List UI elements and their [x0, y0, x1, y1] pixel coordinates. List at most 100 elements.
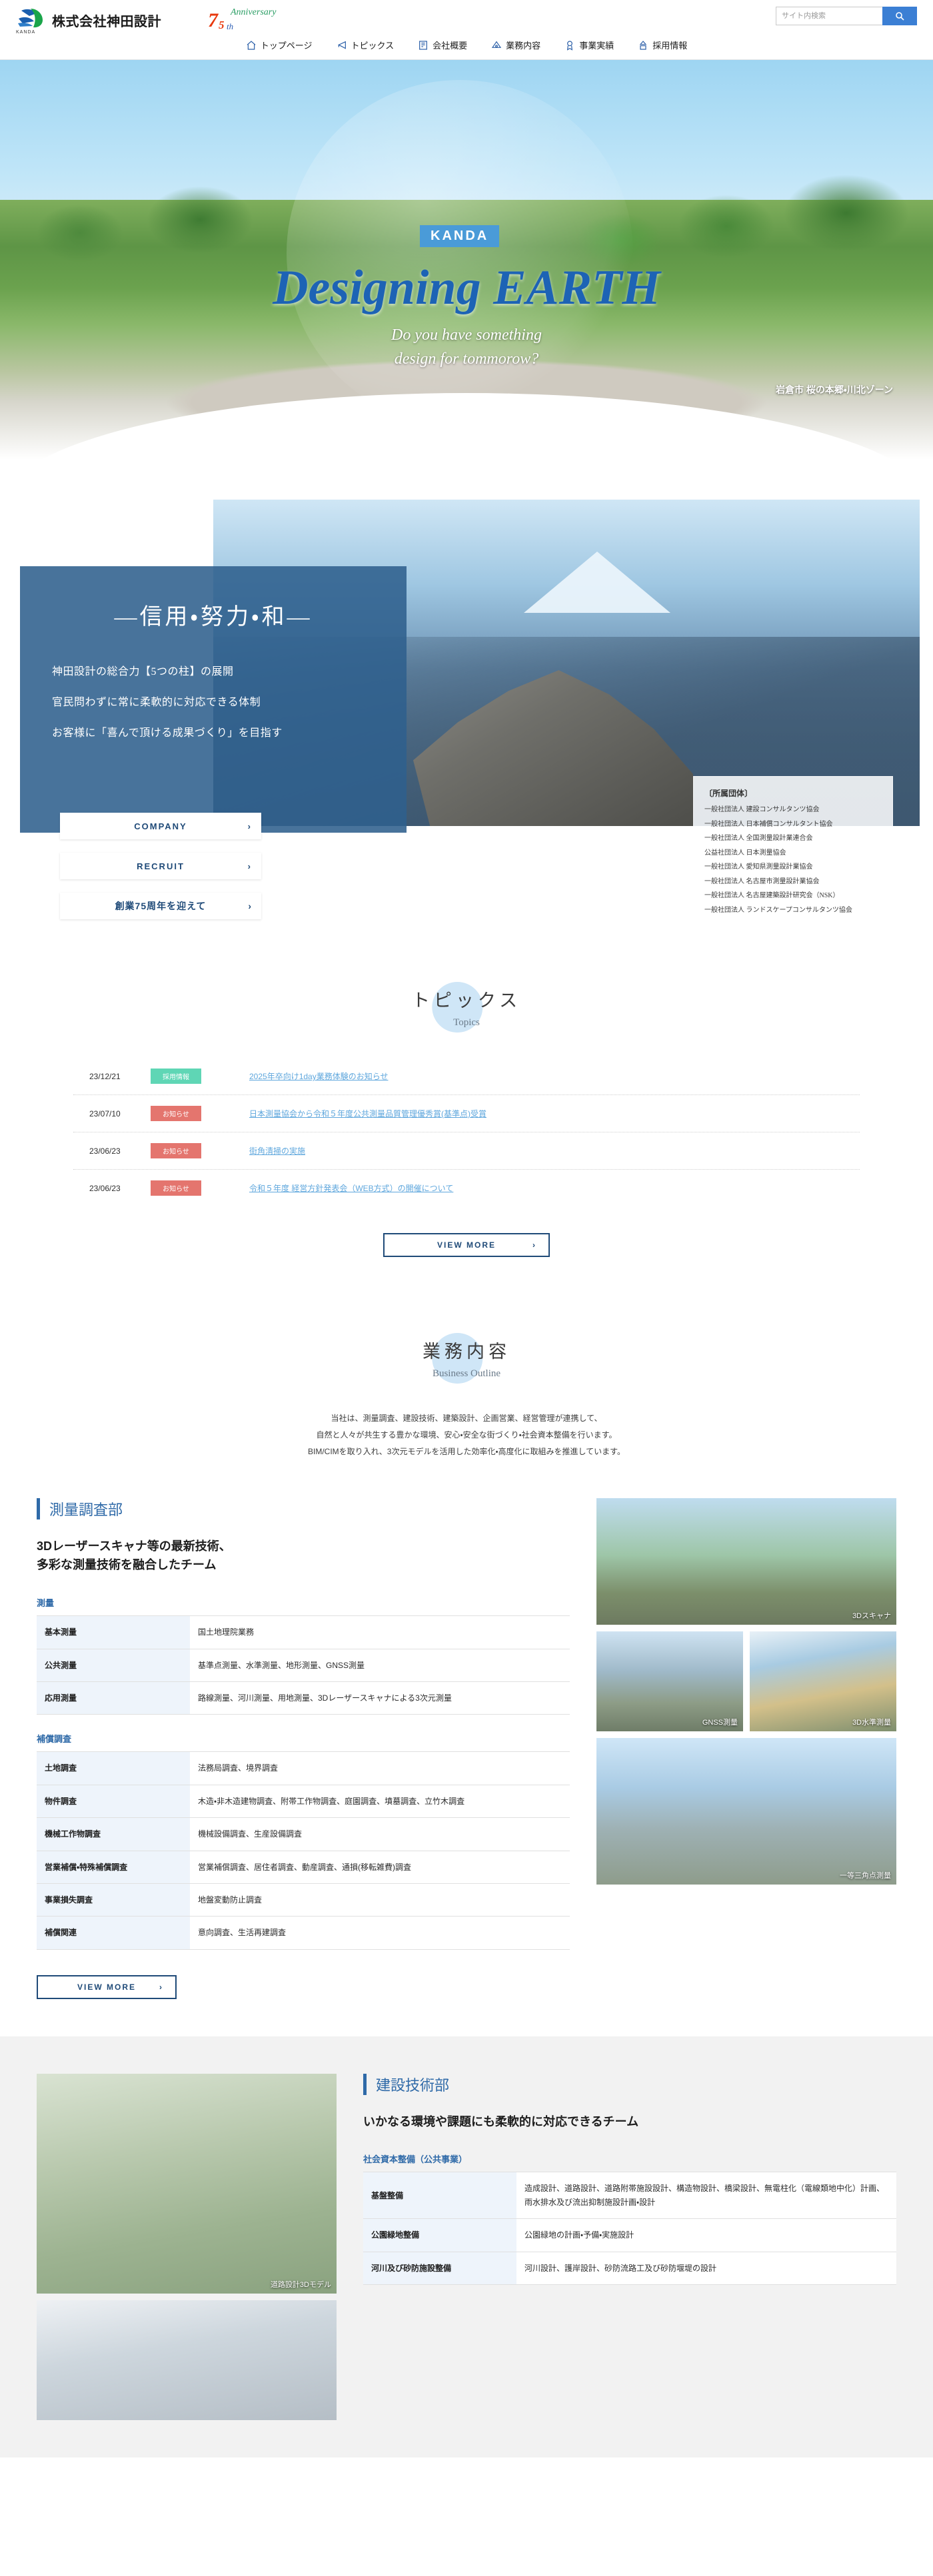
topic-link[interactable]: 2025年卒向け1day業務体験のお知らせ: [249, 1071, 388, 1082]
photo-road-3d: 道路設計3Dモデル: [37, 2073, 337, 2294]
site-search[interactable]: [776, 7, 917, 25]
search-button[interactable]: [882, 7, 917, 25]
topics-viewmore-wrap: VIEW MORE ›: [0, 1233, 933, 1257]
site-header: KANDA 株式会社神田設計 7 5 th Anniversary トップページ: [0, 0, 933, 60]
department-survey-text: 測量調査部 3Dレーザースキャナ等の最新技術、 多彩な測量技術を融合したチーム …: [37, 1498, 570, 1999]
hero-brand-badge: KANDA: [420, 225, 500, 247]
photo-rock: [413, 670, 693, 826]
department-construction: 建設技術部 いかなる環境や課題にも柔軟的に対応できるチーム 社会資本整備（公共事…: [0, 2036, 933, 2457]
company-button[interactable]: COMPANY ›: [60, 813, 261, 839]
row-value: 河川設計、護岸設計、砂防流路工及び砂防堰堤の設計: [516, 2251, 896, 2286]
search-input[interactable]: [776, 7, 882, 25]
topic-link[interactable]: 街角清掃の実施: [249, 1145, 305, 1156]
table-row: 事業損失調査 地盤変動防止調査: [37, 1883, 570, 1917]
business-heading: 業務内容 Business Outline: [0, 1310, 933, 1386]
affiliation-item: 一般社団法人 名古屋建築設計研究会（NSK）: [704, 892, 840, 899]
topics-section: トピックス Topics 23/12/21 採用情報 2025年卒向け1day業…: [0, 939, 933, 1277]
philosophy-line: 官民問わずに常に柔軟的に対応できる体制: [52, 697, 261, 708]
recruit-button-label: RECRUIT: [137, 861, 185, 871]
topics-title-jp: トピックス: [411, 991, 522, 1011]
row-key: 機械工作物調査: [37, 1817, 190, 1851]
nav-item-topics[interactable]: トピックス: [337, 39, 394, 51]
photo-level: 3D水準測量: [750, 1631, 896, 1731]
kanda-logo-icon: KANDA: [16, 7, 45, 35]
anniversary-th: th: [227, 21, 234, 31]
nav-item-achievements[interactable]: 事業実績: [564, 39, 614, 51]
megaphone-icon: [337, 41, 346, 49]
header-top-bar: KANDA 株式会社神田設計 7 5 th Anniversary: [0, 0, 933, 37]
nav-item-company[interactable]: 会社概要: [418, 39, 467, 51]
row-key: 事業損失調査: [37, 1883, 190, 1917]
topic-link[interactable]: 令和５年度 経営方針発表会（WEB方式）の開催について: [249, 1182, 453, 1194]
anniversary-word: Anniversary: [231, 7, 277, 17]
survey-view-more-button[interactable]: VIEW MORE ›: [37, 1974, 177, 1999]
department-survey: 測量調査部 3Dレーザースキャナ等の最新技術、 多彩な測量技術を融合したチーム …: [0, 1461, 933, 2036]
row-value: 法務局調査、境界調査: [190, 1751, 570, 1785]
company-button-label: COMPANY: [134, 821, 187, 831]
nav-label: 事業実績: [579, 41, 614, 51]
row-value: 路線測量、河川測量、用地測量、3Dレーザースキャナによる3次元測量: [190, 1681, 570, 1715]
department-survey-media: 3Dスキャナ GNSS測量 3D水準測量 一等三角点測量: [596, 1498, 896, 1999]
affiliation-item: 一般社団法人 日本補償コンサルタント協会: [704, 820, 833, 828]
nav-item-top[interactable]: トップページ: [246, 39, 313, 51]
department-survey-inner: 測量調査部 3Dレーザースキャナ等の最新技術、 多彩な測量技術を融合したチーム …: [37, 1498, 896, 1999]
row-value: 営業補償調査、居住者調査、動産調査、通損(移転雑費)調査: [190, 1850, 570, 1884]
photo-caption: 3D水準測量: [852, 1718, 891, 1727]
topic-row[interactable]: 23/12/21 採用情報 2025年卒向け1day業務体験のお知らせ: [73, 1058, 860, 1095]
site-logo[interactable]: KANDA 株式会社神田設計: [16, 7, 161, 35]
row-key: 基本測量: [37, 1615, 190, 1649]
topics-view-more-button[interactable]: VIEW MORE ›: [383, 1233, 550, 1257]
row-key: 基盤整備: [363, 2172, 516, 2220]
table-row: 機械工作物調査 機械設備調査、生産設備調査: [37, 1817, 570, 1851]
anniversary-five: 5: [219, 19, 225, 31]
company-name: 株式会社神田設計: [52, 13, 161, 29]
topic-row[interactable]: 23/07/10 お知らせ 日本測量協会から令和５年度公共測量品質管理優秀賞(基…: [73, 1095, 860, 1132]
business-description-line: 自然と人々が共生する豊かな環境、安心・安全な街づくり・社会資本整備を行います。: [316, 1430, 617, 1440]
department-construction-name: 建設技術部: [363, 2073, 896, 2095]
philosophy-heading: ―信用・努力・和―: [114, 605, 313, 630]
business-outline-section: 業務内容 Business Outline 当社は、測量調査、建設技術、建築設計…: [0, 1277, 933, 1461]
photo-gnss: GNSS測量: [596, 1631, 743, 1731]
philosophy-line: 神田設計の総合力【5つの柱】の展開: [52, 666, 234, 677]
business-title-jp: 業務内容: [423, 1342, 510, 1362]
department-construction-text: 建設技術部 いかなる環境や課題にも柔軟的に対応できるチーム 社会資本整備（公共事…: [363, 2073, 896, 2420]
row-value: 機械設備調査、生産設備調査: [190, 1817, 570, 1851]
table-row: 営業補償・特殊補償調査 営業補償調査、居住者調査、動産調査、通損(移転雑費)調査: [37, 1850, 570, 1884]
hero-subtitle-line2: design for tommorow?: [394, 350, 539, 368]
topic-row[interactable]: 23/06/23 お知らせ 街角清掃の実施: [73, 1132, 860, 1170]
row-key: 営業補償・特殊補償調査: [37, 1850, 190, 1884]
view-more-label: VIEW MORE: [77, 1982, 136, 1992]
hero-banner: KANDA Designing EARTH Do you have someth…: [0, 60, 933, 460]
survey-group1-table: 基本測量 国土地理院業務 公共測量 基準点測量、水準測量、地形測量、GNSS測量…: [37, 1615, 570, 1715]
table-row: 補償関連 意向調査、生活再建調査: [37, 1916, 570, 1950]
nav-item-recruit[interactable]: 採用情報: [638, 39, 687, 51]
survey-photo-grid: 3Dスキャナ GNSS測量 3D水準測量 一等三角点測量: [596, 1498, 896, 1885]
logo-subtext: KANDA: [16, 30, 36, 35]
photo-triangulation: 一等三角点測量: [596, 1737, 896, 1885]
hero-title: Designing EARTH: [273, 260, 660, 315]
row-key: 公共測量: [37, 1648, 190, 1682]
chevron-right-icon: ›: [248, 901, 252, 911]
row-key: 応用測量: [37, 1681, 190, 1715]
construction-group1-table: 基盤整備 造成設計、道路設計、道路附帯施設設計、構造物設計、橋梁設計、無電柱化（…: [363, 2172, 896, 2286]
philosophy-lines: 神田設計の総合力【5つの柱】の展開 官民問わずに常に柔軟的に対応できる体制 お客…: [52, 664, 407, 741]
nav-item-business[interactable]: 業務内容: [491, 39, 540, 51]
photo-caption: 道路設計3Dモデル: [270, 2280, 331, 2289]
topic-badge: 採用情報: [151, 1069, 201, 1084]
topic-badge: お知らせ: [151, 1106, 201, 1121]
survey-photo-row: GNSS測量 3D水準測量: [596, 1631, 896, 1731]
photo-caption: 一等三角点測量: [840, 1871, 891, 1880]
tagline-line: 3Dレーザースキャナ等の最新技術、: [37, 1539, 231, 1553]
recruit-button[interactable]: RECRUIT ›: [60, 853, 261, 879]
topic-date: 23/06/23: [89, 1146, 121, 1156]
photo-caption: 3Dスキャナ: [852, 1611, 891, 1620]
affiliation-item: 公益社団法人 日本測量協会: [704, 849, 786, 857]
topic-link[interactable]: 日本測量協会から令和５年度公共測量品質管理優秀賞(基準点)受賞: [249, 1108, 486, 1119]
topics-title-en: Topics: [453, 1017, 480, 1028]
photo-caption: GNSS測量: [702, 1718, 738, 1727]
philosophy-buttons: COMPANY › RECRUIT › 創業75周年を迎えて ›: [60, 813, 261, 933]
anniversary-button[interactable]: 創業75周年を迎えて ›: [60, 893, 261, 919]
department-survey-tagline: 3Dレーザースキャナ等の最新技術、 多彩な測量技術を融合したチーム: [37, 1537, 570, 1575]
topic-row[interactable]: 23/06/23 お知らせ 令和５年度 経営方針発表会（WEB方式）の開催につい…: [73, 1170, 860, 1206]
building-icon: [419, 40, 428, 50]
